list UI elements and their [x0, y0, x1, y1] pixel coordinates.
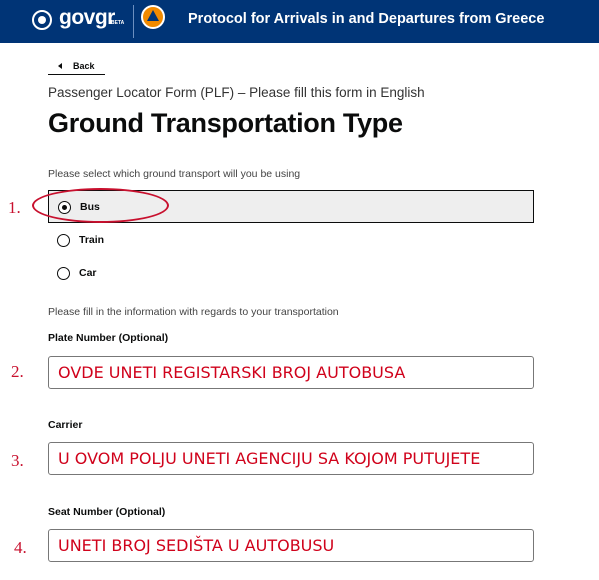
- page-title: Ground Transportation Type: [48, 108, 403, 138]
- annotation-number-1: 1.: [8, 198, 21, 217]
- radio-button-car[interactable]: [57, 267, 70, 280]
- beta-badge: BETA: [111, 20, 125, 26]
- plate-number-label: Plate Number (Optional): [48, 332, 169, 344]
- radio-button-train[interactable]: [57, 234, 70, 247]
- seat-number-label: Seat Number (Optional): [48, 506, 166, 518]
- transport-hint: Please select which ground transport wil…: [48, 168, 301, 180]
- greek-seal-icon: [32, 10, 52, 30]
- radio-option-train[interactable]: Train: [48, 224, 534, 257]
- header-title: Protocol for Arrivals in and Departures …: [188, 11, 545, 27]
- form-caption: Passenger Locator Form (PLF) – Please fi…: [48, 85, 425, 100]
- radio-label-car: Car: [79, 267, 97, 279]
- carrier-input[interactable]: U OVOM POLJU UNETI AGENCIJU SA KOJOM PUT…: [48, 442, 534, 475]
- govgr-logo[interactable]: govgr: [59, 6, 115, 30]
- radio-option-car[interactable]: Car: [48, 257, 534, 290]
- annotation-number-4: 4.: [14, 538, 27, 557]
- plate-number-input[interactable]: OVDE UNETI REGISTARSKI BROJ AUTOBUSA: [48, 356, 534, 389]
- civil-protection-logo-icon: [141, 5, 165, 29]
- back-label: Back: [73, 61, 95, 71]
- seat-number-input[interactable]: UNETI BROJ SEDIŠTA U AUTOBUSU: [48, 529, 534, 562]
- info-hint: Please fill in the information with rega…: [48, 306, 339, 318]
- annotation-oval: [32, 188, 169, 223]
- chevron-left-icon: [58, 63, 62, 69]
- carrier-label: Carrier: [48, 419, 83, 431]
- radio-label-train: Train: [79, 234, 105, 246]
- header-divider: [133, 5, 134, 38]
- annotation-number-3: 3.: [11, 451, 24, 470]
- site-header: govgr BETA Protocol for Arrivals in and …: [0, 0, 599, 43]
- annotation-number-2: 2.: [11, 362, 24, 381]
- back-link[interactable]: Back: [48, 60, 105, 75]
